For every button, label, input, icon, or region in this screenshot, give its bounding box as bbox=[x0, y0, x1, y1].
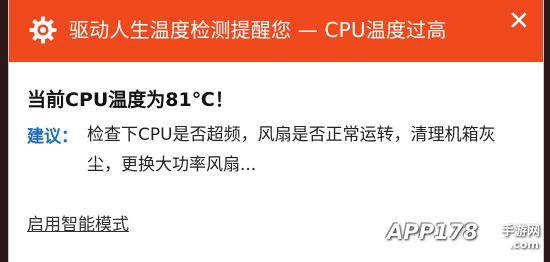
temperature-headline: 当前CPU温度为81℃！ bbox=[27, 89, 234, 111]
enable-smart-mode-link[interactable]: 启用智能模式 bbox=[27, 210, 129, 235]
gear-icon bbox=[28, 15, 58, 45]
advice-text: 检查下CPU是否超频，风扇是否正常运转，清理机箱灰尘，更换大功率风扇... bbox=[87, 125, 496, 175]
watermark-logo: APP178 手游网 .com bbox=[369, 200, 541, 258]
advice-label: 建议： bbox=[27, 127, 78, 147]
watermark-suffix: .com bbox=[509, 238, 539, 251]
title-bar[interactable]: 驱动人生温度检测提醒您 — CPU温度过高 bbox=[9, 0, 543, 62]
watermark-sub: 手游网 bbox=[501, 224, 541, 239]
close-icon[interactable] bbox=[509, 10, 529, 30]
temperature-alert-dialog: 驱动人生温度检测提醒您 — CPU温度过高 当前CPU温度为81℃！ 建议： 检… bbox=[8, 0, 544, 262]
window-title: 驱动人生温度检测提醒您 — CPU温度过高 bbox=[69, 18, 447, 42]
watermark-text: APP178 bbox=[387, 220, 478, 244]
